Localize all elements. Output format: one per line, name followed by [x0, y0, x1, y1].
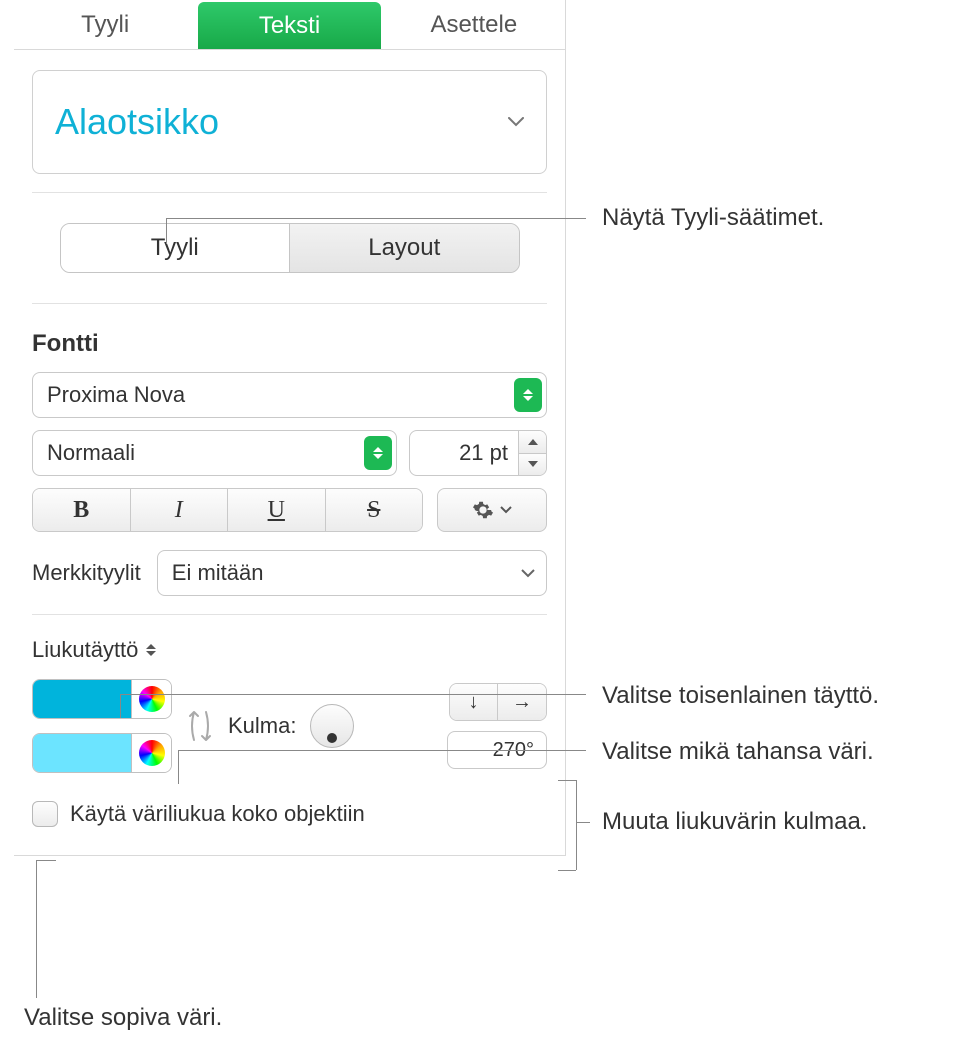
swap-colors-button[interactable]: [186, 702, 214, 750]
character-style-value: Ei mitään: [172, 560, 264, 586]
callout-show-style: Näytä Tyyli-säätimet.: [602, 204, 824, 232]
fill-section: Liukutäyttö Kulma: ↓: [14, 615, 565, 827]
color-picker-button-1[interactable]: [131, 680, 171, 718]
tab-style[interactable]: Tyyli: [14, 0, 196, 49]
italic-button[interactable]: I: [131, 489, 229, 531]
angle-label: Kulma:: [228, 713, 296, 739]
chevron-down-icon: [500, 506, 512, 514]
updown-icon: [514, 378, 542, 412]
fill-type-select[interactable]: Liukutäyttö: [32, 637, 156, 663]
underline-button[interactable]: U: [228, 489, 326, 531]
fill-type-value: Liukutäyttö: [32, 637, 138, 663]
color-wheel-icon: [139, 740, 165, 766]
apply-to-object-label: Käytä väriliukua koko objektiin: [70, 801, 365, 827]
updown-icon: [146, 644, 156, 656]
color-swatch-2[interactable]: [33, 734, 131, 772]
sub-tab-layout[interactable]: Layout: [290, 224, 519, 272]
bold-button[interactable]: B: [33, 489, 131, 531]
color-swatch-1[interactable]: [33, 680, 131, 718]
callout-choose-color: Valitse sopiva väri.: [24, 1004, 222, 1032]
format-panel: Tyyli Teksti Asettele Alaotsikko Tyyli L…: [14, 0, 566, 856]
font-family-value: Proxima Nova: [47, 382, 185, 408]
tab-arrange[interactable]: Asettele: [383, 0, 565, 49]
font-weight-select[interactable]: Normaali: [32, 430, 397, 476]
paragraph-style-select[interactable]: Alaotsikko: [32, 70, 547, 174]
callout-change-angle: Muuta liukuvärin kulmaa.: [602, 808, 867, 836]
sub-tab-style[interactable]: Tyyli: [61, 224, 291, 272]
font-size-input[interactable]: 21 pt: [409, 430, 519, 476]
tab-text[interactable]: Teksti: [198, 2, 380, 49]
stepper-up[interactable]: [519, 431, 546, 454]
apply-to-object-checkbox[interactable]: [32, 801, 58, 827]
callout-choose-fill: Valitse toisenlainen täyttö.: [602, 682, 879, 710]
font-weight-value: Normaali: [47, 440, 135, 466]
color-wheel-icon: [139, 686, 165, 712]
text-format-group: B I U S: [32, 488, 423, 532]
paragraph-style-name: Alaotsikko: [55, 101, 219, 143]
font-size-stepper[interactable]: [519, 430, 547, 476]
direction-down-button[interactable]: ↓: [450, 684, 498, 720]
character-style-select[interactable]: Ei mitään: [157, 550, 547, 596]
font-family-select[interactable]: Proxima Nova: [32, 372, 547, 418]
character-styles-label: Merkkityylit: [32, 560, 141, 586]
updown-icon: [364, 436, 392, 470]
direction-right-button[interactable]: →: [498, 684, 546, 720]
stepper-down[interactable]: [519, 454, 546, 476]
gradient-stop-1: [32, 679, 172, 719]
gradient-stop-2: [32, 733, 172, 773]
direction-segment: ↓ →: [449, 683, 547, 721]
chevron-down-icon: [508, 117, 524, 127]
callout-any-color: Valitse mikä tahansa väri.: [602, 738, 874, 766]
strikethrough-button[interactable]: S: [326, 489, 423, 531]
top-tabs: Tyyli Teksti Asettele: [14, 0, 565, 50]
color-picker-button-2[interactable]: [131, 734, 171, 772]
font-section: Fontti Proxima Nova Normaali 21 pt B I: [14, 330, 565, 596]
font-heading: Fontti: [32, 330, 547, 358]
advanced-options-button[interactable]: [437, 488, 547, 532]
gear-icon: [472, 499, 494, 521]
updown-icon: [514, 556, 542, 590]
sub-tabs: Tyyli Layout: [60, 223, 520, 273]
angle-dial[interactable]: [310, 704, 354, 748]
